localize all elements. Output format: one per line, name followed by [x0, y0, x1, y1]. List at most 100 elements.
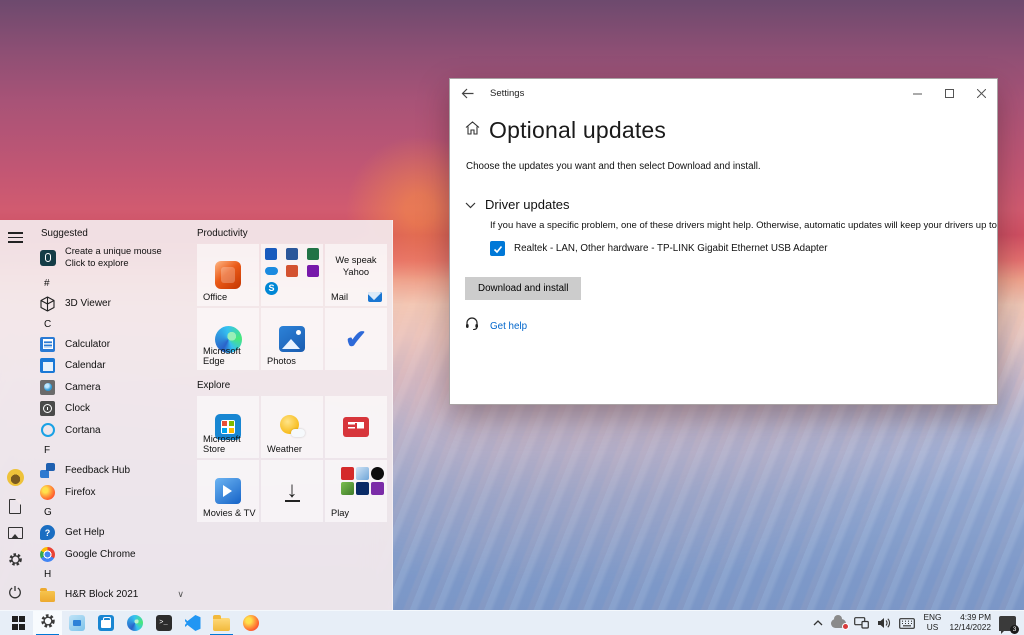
taskbar-vscode[interactable]	[178, 611, 207, 635]
language-indicator[interactable]: ENG US	[923, 613, 941, 632]
app-item-feedback-hub[interactable]: Feedback Hub	[35, 460, 190, 482]
app-item-calendar[interactable]: Calendar	[35, 355, 190, 377]
volume-icon[interactable]	[877, 617, 891, 629]
app-item-3d-viewer[interactable]: 3D Viewer	[35, 293, 190, 315]
home-icon	[465, 121, 480, 140]
suggested-subtitle: Click to explore	[65, 258, 129, 268]
start-menu-tiles: Productivity Office S We speak Y	[190, 220, 393, 610]
tray-date: 12/14/2022	[949, 622, 991, 632]
settings-window: Settings Optional updates Choose the upd…	[449, 78, 998, 405]
folder-icon	[40, 591, 55, 602]
app-item-google-chrome[interactable]: Google Chrome	[35, 544, 190, 566]
camera-icon	[40, 380, 55, 395]
tile-download[interactable]: ↓	[261, 460, 323, 522]
tile-weather[interactable]: Weather	[261, 396, 323, 458]
window-title: Settings	[490, 88, 524, 99]
calculator-icon	[40, 337, 55, 352]
get-help-link[interactable]: Get help	[490, 321, 527, 332]
tray-time: 4:39 PM	[960, 612, 991, 622]
display-icon[interactable]	[854, 617, 869, 629]
chevron-up-icon[interactable]	[813, 620, 823, 626]
app-item-get-help[interactable]: ? Get Help	[35, 522, 190, 544]
tile-office-apps[interactable]: S	[261, 244, 323, 306]
section-title: Driver updates	[485, 197, 570, 212]
clock[interactable]: 4:39 PM 12/14/2022	[949, 613, 991, 632]
app-item-firefox[interactable]: Firefox	[35, 482, 190, 504]
app-item-calculator[interactable]: Calculator	[35, 334, 190, 356]
pictures-icon[interactable]	[8, 527, 23, 539]
suggested-item[interactable]: Create a unique mouse Click to explore	[35, 241, 190, 274]
desktop: Settings Optional updates Choose the upd…	[0, 0, 1024, 635]
titlebar: Settings	[450, 79, 997, 107]
firefox-icon	[40, 485, 55, 500]
tile-photos[interactable]: Photos	[261, 308, 323, 370]
taskbar-edge[interactable]	[120, 611, 149, 635]
start-menu-app-list: Suggested Create a unique mouse Click to…	[30, 220, 190, 610]
settings-gear-icon[interactable]	[8, 552, 23, 572]
tile-group-label: Explore	[197, 378, 387, 393]
minimize-button[interactable]	[901, 79, 933, 107]
tile-microsoft-edge[interactable]: Microsoft Edge	[197, 308, 259, 370]
intro-text: Choose the updates you want and then sel…	[466, 161, 997, 172]
maximize-button[interactable]	[933, 79, 965, 107]
keyboard-icon[interactable]	[899, 618, 915, 629]
tile-news[interactable]	[325, 396, 387, 458]
notification-badge: 3	[1010, 625, 1019, 634]
taskbar-firefox[interactable]	[236, 611, 265, 635]
mouse-icon	[40, 250, 56, 266]
news-icon	[343, 417, 369, 437]
tile-group-label: Productivity	[197, 226, 387, 241]
section-description: If you have a specific problem, one of t…	[490, 220, 997, 231]
get-help-icon: ?	[40, 525, 55, 540]
power-icon[interactable]	[8, 585, 22, 604]
suggested-header: Suggested	[35, 226, 190, 241]
vscode-icon	[185, 615, 201, 631]
app-item-cortana[interactable]: Cortana	[35, 420, 190, 442]
documents-icon[interactable]	[9, 499, 21, 514]
tile-office[interactable]: Office	[197, 244, 259, 306]
terminal-icon: >_	[156, 615, 172, 631]
taskbar-settings[interactable]	[33, 611, 62, 635]
download-install-button[interactable]: Download and install	[465, 277, 581, 300]
tile-mail[interactable]: We speak Yahoo Mail	[325, 244, 387, 306]
app-item-camera[interactable]: Camera	[35, 377, 190, 399]
close-button[interactable]	[965, 79, 997, 107]
hamburger-icon[interactable]	[8, 232, 23, 243]
taskbar-terminal[interactable]: >_	[149, 611, 178, 635]
photos-icon	[279, 326, 305, 352]
letter-header[interactable]: G	[35, 503, 190, 522]
edge-icon	[127, 615, 143, 631]
taskbar-photos[interactable]	[62, 611, 91, 635]
calendar-icon	[40, 358, 55, 373]
letter-header[interactable]: H	[35, 565, 190, 584]
3d-viewer-icon	[39, 295, 56, 312]
download-arrow-icon: ↓	[285, 480, 300, 503]
driver-update-label: Realtek - LAN, Other hardware - TP-LINK …	[514, 243, 827, 254]
chrome-icon	[40, 547, 55, 562]
weather-icon	[279, 414, 305, 440]
driver-checkbox[interactable]	[490, 241, 505, 256]
start-button[interactable]	[4, 611, 33, 635]
onedrive-icon[interactable]	[831, 619, 846, 628]
letter-header[interactable]: #	[35, 274, 190, 293]
driver-updates-section[interactable]: Driver updates	[465, 197, 997, 212]
letter-header[interactable]: F	[35, 441, 190, 460]
app-item-hr-block[interactable]: H&R Block 2021 ∨	[35, 584, 190, 606]
tile-play[interactable]: Play	[325, 460, 387, 522]
back-button[interactable]	[450, 79, 484, 107]
user-avatar[interactable]	[7, 469, 24, 486]
expand-chevron-icon[interactable]: ∨	[177, 589, 184, 600]
office-icon	[215, 261, 241, 289]
taskbar-microsoft-store[interactable]	[91, 611, 120, 635]
taskbar-file-explorer[interactable]	[207, 611, 236, 635]
notifications-icon[interactable]: 3	[999, 616, 1016, 631]
system-tray: ENG US 4:39 PM 12/14/2022 3	[813, 611, 1024, 635]
photos-icon	[69, 615, 85, 631]
tile-movies-tv[interactable]: Movies & TV	[197, 460, 259, 522]
tile-todo[interactable]: ✔	[325, 308, 387, 370]
settings-gear-icon	[40, 613, 56, 634]
firefox-icon	[243, 615, 259, 631]
app-item-clock[interactable]: Clock	[35, 398, 190, 420]
letter-header[interactable]: C	[35, 315, 190, 334]
tile-microsoft-store[interactable]: Microsoft Store	[197, 396, 259, 458]
